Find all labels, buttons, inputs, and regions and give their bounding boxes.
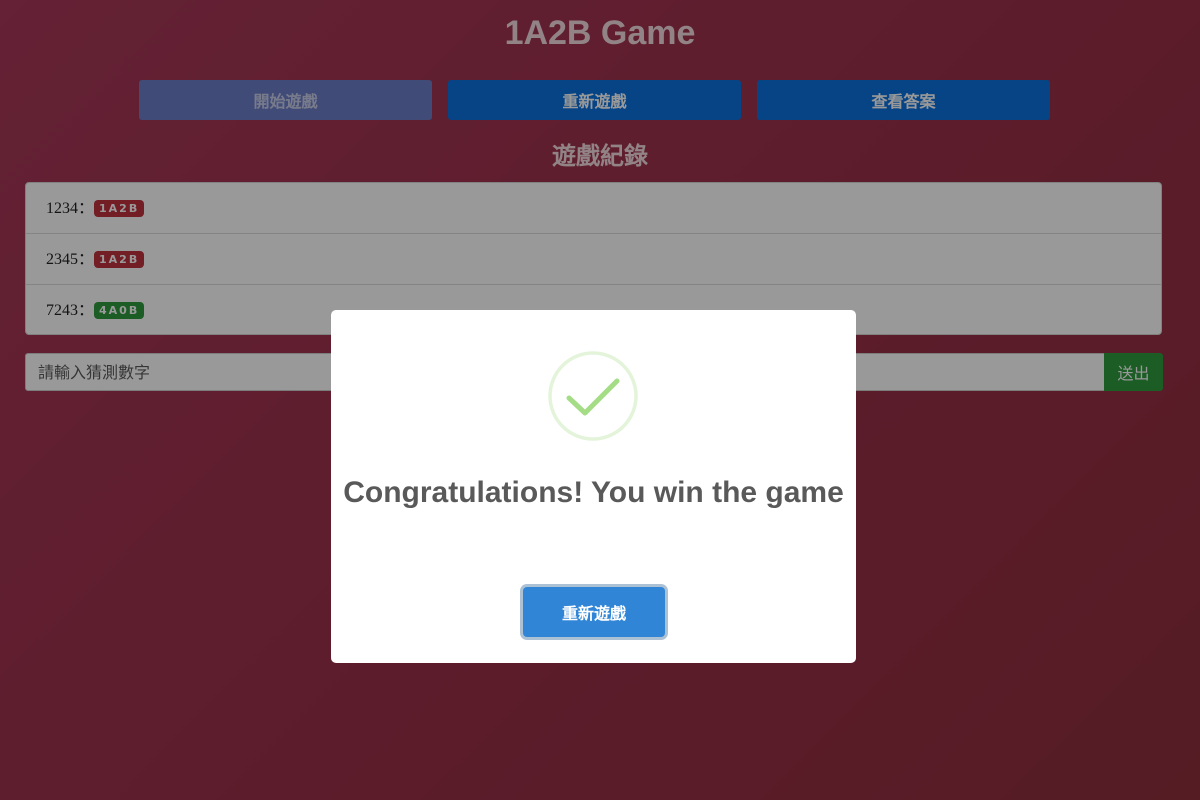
win-dialog: Congratulations! You win the game 重新遊戲 (331, 310, 856, 663)
dialog-message: Congratulations! You win the game (343, 476, 844, 509)
success-check-icon (548, 351, 638, 441)
dialog-restart-button[interactable]: 重新遊戲 (523, 587, 665, 637)
